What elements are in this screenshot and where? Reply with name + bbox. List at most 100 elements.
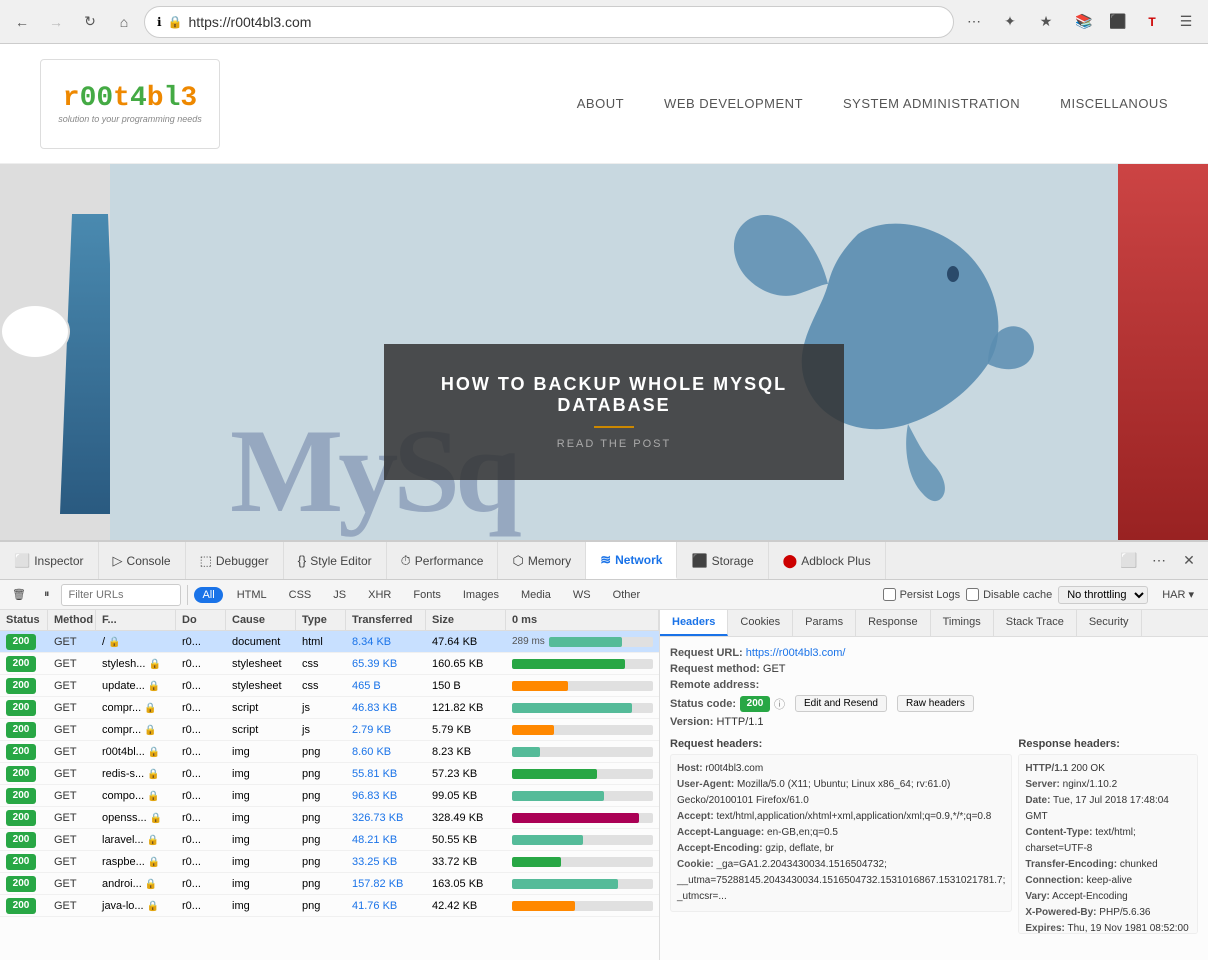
hero-right <box>1118 164 1208 540</box>
col-header-transferred[interactable]: Transferred <box>346 610 426 630</box>
library-button[interactable]: 📚 <box>1070 8 1098 36</box>
network-label: Network <box>615 553 662 567</box>
devtools-dock-button[interactable]: ⬜ <box>1116 548 1142 574</box>
tab-debugger[interactable]: ⬚ Debugger <box>186 542 284 579</box>
filter-js[interactable]: JS <box>325 587 354 603</box>
tracking-button[interactable]: T <box>1138 8 1166 36</box>
filter-input[interactable] <box>61 584 181 606</box>
nav-about[interactable]: ABOUT <box>577 96 624 111</box>
toolbar-right: ⋯ ✦ ★ <box>960 8 1060 36</box>
detail-tab-stack-trace[interactable]: Stack Trace <box>994 610 1077 636</box>
filter-all[interactable]: All <box>194 587 222 603</box>
table-row[interactable]: 200 GET androi... 🔒 r0... img png 157.82… <box>0 873 659 895</box>
table-row[interactable]: 200 GET laravel... 🔒 r0... img png 48.21… <box>0 829 659 851</box>
speech-bubble <box>0 304 70 359</box>
tab-memory[interactable]: ⬡ Memory <box>498 542 586 579</box>
raw-headers-button[interactable]: Raw headers <box>897 695 974 712</box>
tab-inspector[interactable]: ⬜ Inspector <box>0 542 99 579</box>
response-header-item: Expires: Thu, 19 Nov 1981 08:52:00 GMT <box>1025 921 1191 934</box>
persist-logs-label[interactable]: Persist Logs <box>883 588 961 601</box>
disable-cache-label[interactable]: Disable cache <box>966 588 1052 601</box>
status-code-label: Status code: <box>670 698 736 710</box>
tab-console[interactable]: ▷ Console <box>99 542 186 579</box>
edit-resend-button[interactable]: Edit and Resend <box>795 695 887 712</box>
menu-button[interactable]: ☰ <box>1172 8 1200 36</box>
devtools-close-button[interactable]: ✕ <box>1176 548 1202 574</box>
tab-adblock[interactable]: ⬤ Adblock Plus <box>769 542 886 579</box>
filter-css[interactable]: CSS <box>281 587 320 603</box>
status-info-icon[interactable]: ⓘ <box>774 696 785 712</box>
url-bar[interactable]: ℹ 🔒 https://r00t4bl3.com <box>144 6 954 38</box>
request-url-value: https://r00t4bl3.com/ <box>746 647 846 659</box>
browser-toolbar: ← → ↻ ⌂ ℹ 🔒 https://r00t4bl3.com ⋯ ✦ ★ 📚… <box>0 0 1208 44</box>
tab-style-editor[interactable]: {} Style Editor <box>284 542 387 579</box>
nav-sysadmin[interactable]: SYSTEM ADMINISTRATION <box>843 96 1020 111</box>
home-button[interactable]: ⌂ <box>110 8 138 36</box>
tab-performance[interactable]: ⏱ Performance <box>387 542 499 579</box>
detail-tab-params[interactable]: Params <box>793 610 856 636</box>
har-button[interactable]: HAR ▾ <box>1154 586 1202 603</box>
hero-cta[interactable]: READ THE POST <box>434 438 794 450</box>
filter-xhr[interactable]: XHR <box>360 587 399 603</box>
pause-button[interactable]: ⏸ <box>38 586 56 603</box>
col-header-cause[interactable]: Cause <box>226 610 296 630</box>
style-editor-label: Style Editor <box>310 554 371 568</box>
clear-button[interactable]: 🗑 <box>6 586 32 603</box>
table-row[interactable]: 200 GET redis-s... 🔒 r0... img png 55.81… <box>0 763 659 785</box>
detail-content: Request URL: https://r00t4bl3.com/ Reque… <box>660 637 1208 960</box>
nav-misc[interactable]: MISCELLANOUS <box>1060 96 1168 111</box>
detail-tab-timings[interactable]: Timings <box>931 610 994 636</box>
table-row[interactable]: 200 GET update... 🔒 r0... stylesheet css… <box>0 675 659 697</box>
table-row[interactable]: 200 GET java-lo... 🔒 r0... img png 41.76… <box>0 895 659 917</box>
detail-tab-headers[interactable]: Headers <box>660 610 728 636</box>
table-row[interactable]: 200 GET compr... 🔒 r0... script js 46.83… <box>0 697 659 719</box>
response-header-item: Server: nginx/1.10.2 <box>1025 777 1191 793</box>
remote-address-row: Remote address: <box>670 679 1198 691</box>
col-header-time[interactable]: 0 ms <box>506 610 659 630</box>
col-header-file[interactable]: F... <box>96 610 176 630</box>
request-method-label: Request method: <box>670 663 763 675</box>
filter-media[interactable]: Media <box>513 587 559 603</box>
request-rows: 200 GET / 🔒 r0... document html 8.34 KB … <box>0 631 659 960</box>
filter-other[interactable]: Other <box>605 587 649 603</box>
filter-fonts[interactable]: Fonts <box>405 587 449 603</box>
filter-images[interactable]: Images <box>455 587 507 603</box>
table-row[interactable]: 200 GET openss... 🔒 r0... img png 326.73… <box>0 807 659 829</box>
col-header-size[interactable]: Size <box>426 610 506 630</box>
red-stack-decoration <box>1118 164 1208 540</box>
devtools-tabs: ⬜ Inspector ▷ Console ⬚ Debugger {} Styl… <box>0 542 1208 580</box>
col-header-status[interactable]: Status <box>0 610 48 630</box>
sidebar-button[interactable]: ⬛ <box>1104 8 1132 36</box>
col-header-domain[interactable]: Do <box>176 610 226 630</box>
table-row[interactable]: 200 GET r00t4bl... 🔒 r0... img png 8.60 … <box>0 741 659 763</box>
tab-storage[interactable]: ⬛ Storage <box>677 542 768 579</box>
table-row[interactable]: 200 GET / 🔒 r0... document html 8.34 KB … <box>0 631 659 653</box>
reload-button[interactable]: ↻ <box>76 8 104 36</box>
col-header-type[interactable]: Type <box>296 610 346 630</box>
detail-tab-cookies[interactable]: Cookies <box>728 610 793 636</box>
hero-left <box>0 164 110 540</box>
filter-ws[interactable]: WS <box>565 587 599 603</box>
table-row[interactable]: 200 GET raspbe... 🔒 r0... img png 33.25 … <box>0 851 659 873</box>
table-row[interactable]: 200 GET compo... 🔒 r0... img png 96.83 K… <box>0 785 659 807</box>
bookmark-pocket[interactable]: ✦ <box>996 8 1024 36</box>
tab-network[interactable]: ≋ Network <box>586 542 677 579</box>
forward-button[interactable]: → <box>42 8 70 36</box>
request-header-item: Accept: text/html,application/xhtml+xml,… <box>677 809 1005 825</box>
filter-html[interactable]: HTML <box>229 587 275 603</box>
col-header-method[interactable]: Method <box>48 610 96 630</box>
nav-webdev[interactable]: WEB DEVELOPMENT <box>664 96 803 111</box>
style-editor-icon: {} <box>298 553 307 568</box>
memory-label: Memory <box>528 554 571 568</box>
detail-tab-response[interactable]: Response <box>856 610 931 636</box>
detail-tab-security[interactable]: Security <box>1077 610 1142 636</box>
disable-cache-checkbox[interactable] <box>966 588 979 601</box>
throttle-select[interactable]: No throttling <box>1058 586 1148 604</box>
table-row[interactable]: 200 GET stylesh... 🔒 r0... stylesheet cs… <box>0 653 659 675</box>
more-button[interactable]: ⋯ <box>960 8 988 36</box>
bookmark-star[interactable]: ★ <box>1032 8 1060 36</box>
back-button[interactable]: ← <box>8 8 36 36</box>
persist-logs-checkbox[interactable] <box>883 588 896 601</box>
table-row[interactable]: 200 GET compr... 🔒 r0... script js 2.79 … <box>0 719 659 741</box>
devtools-more-button[interactable]: ⋯ <box>1146 548 1172 574</box>
